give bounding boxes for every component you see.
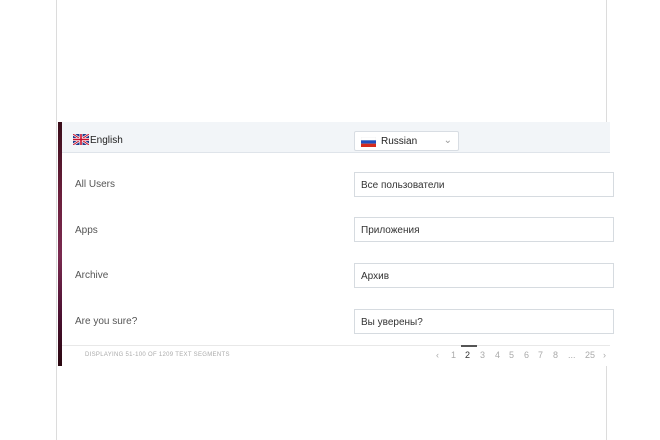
translation-field-archive[interactable]: Архив bbox=[354, 263, 614, 288]
source-text-archive: Archive bbox=[75, 270, 109, 281]
page-link-2[interactable]: 2 bbox=[465, 350, 470, 360]
language-header: English Russian ⌄ bbox=[62, 122, 610, 153]
target-language-select[interactable]: Russian ⌄ bbox=[354, 131, 459, 151]
frame-left-border bbox=[56, 0, 57, 440]
chevron-down-icon: ⌄ bbox=[443, 135, 452, 146]
translation-field-are-you-sure[interactable]: Вы уверены? bbox=[354, 309, 614, 334]
russia-flag-icon bbox=[361, 137, 376, 147]
page-link-7[interactable]: 7 bbox=[538, 350, 543, 360]
next-page-button[interactable]: › bbox=[603, 350, 606, 360]
page-link-5[interactable]: 5 bbox=[509, 350, 514, 360]
footer-divider bbox=[62, 345, 610, 346]
accent-strip bbox=[58, 122, 62, 366]
prev-page-button[interactable]: ‹ bbox=[436, 350, 439, 360]
source-language-label: English bbox=[90, 135, 123, 146]
segment-count-summary: DISPLAYING 51-100 OF 1209 TEXT SEGMENTS bbox=[85, 352, 230, 358]
source-text-all-users: All Users bbox=[75, 179, 116, 190]
current-page-indicator bbox=[461, 345, 477, 347]
page-link-25[interactable]: 25 bbox=[585, 350, 595, 360]
page-link-1[interactable]: 1 bbox=[451, 350, 456, 360]
source-text-are-you-sure: Are you sure? bbox=[75, 316, 138, 327]
translation-field-apps[interactable]: Приложения bbox=[354, 217, 614, 242]
translation-field-all-users[interactable]: Все пользователи bbox=[354, 172, 614, 197]
page-link-8[interactable]: 8 bbox=[553, 350, 558, 360]
target-language-label: Russian bbox=[381, 136, 418, 147]
page-ellipsis: ... bbox=[568, 350, 576, 360]
page-link-4[interactable]: 4 bbox=[495, 350, 500, 360]
source-text-apps: Apps bbox=[75, 225, 98, 236]
uk-flag-icon bbox=[73, 134, 89, 145]
page-link-6[interactable]: 6 bbox=[524, 350, 529, 360]
page-link-3[interactable]: 3 bbox=[480, 350, 485, 360]
